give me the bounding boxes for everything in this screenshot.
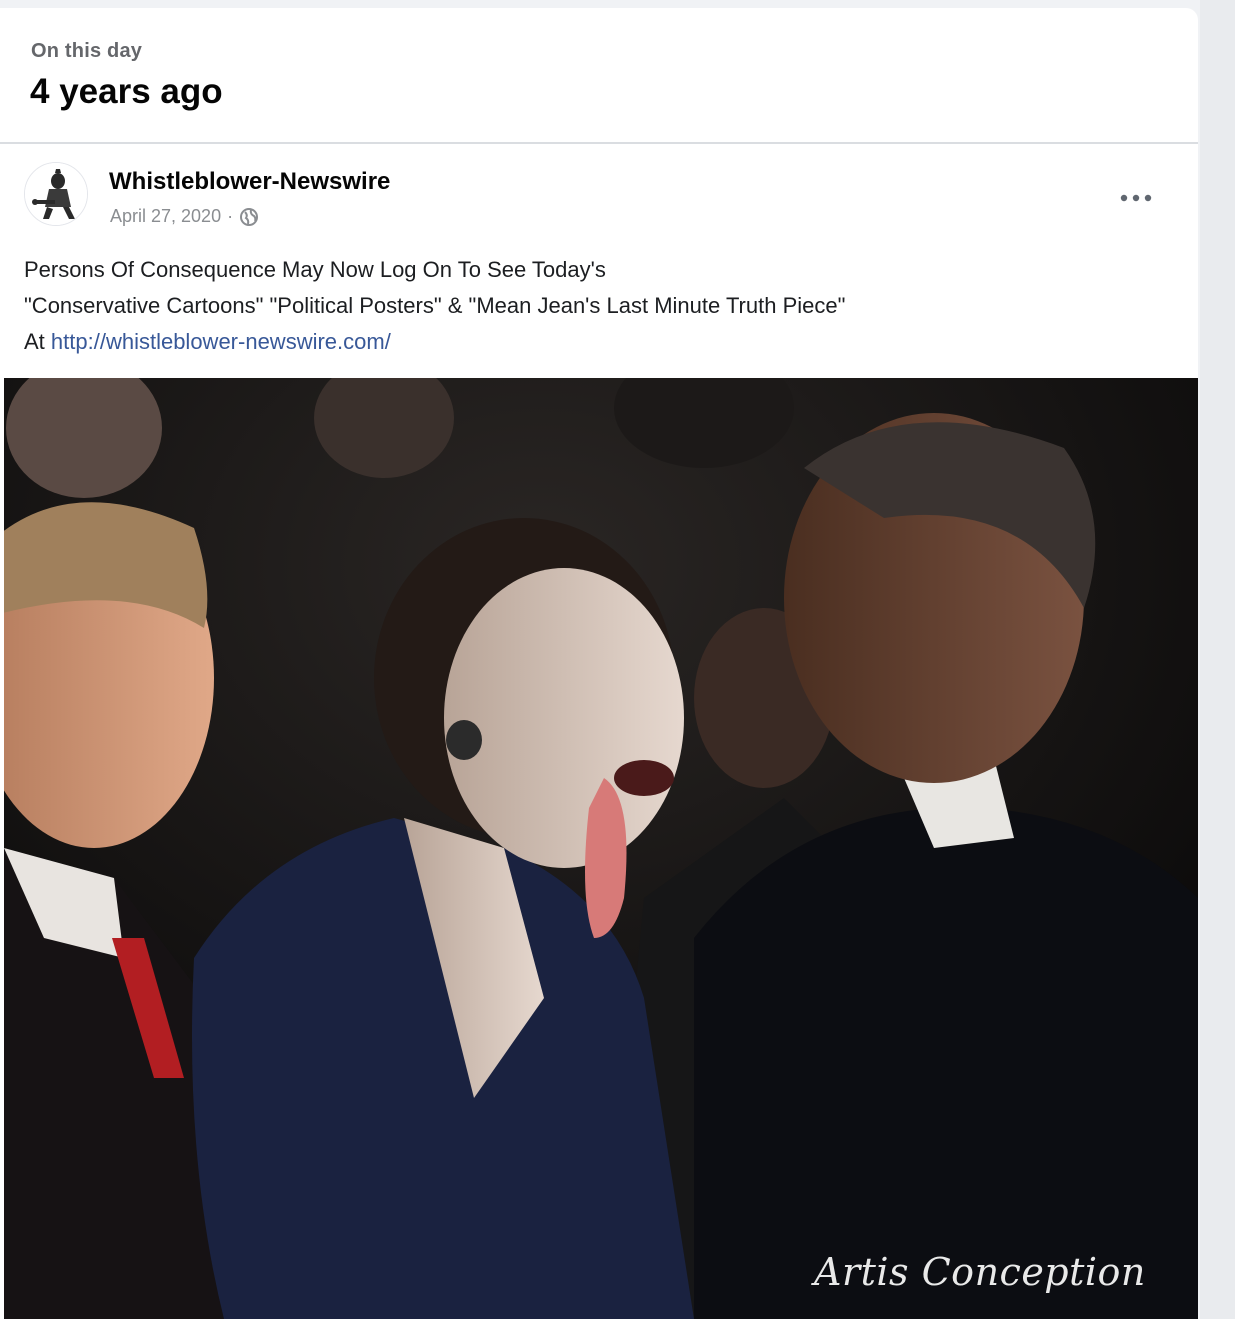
image-watermark: Artis Conception <box>814 1250 1146 1294</box>
more-options-button[interactable] <box>1108 178 1164 218</box>
page-background-strip <box>1200 0 1235 1319</box>
memory-header: On this day 4 years ago <box>0 8 1198 144</box>
post-link[interactable]: http://whistleblower-newswire.com/ <box>51 329 391 354</box>
globe-icon <box>239 207 259 227</box>
post-text-line-1: Persons Of Consequence May Now Log On To… <box>24 257 606 282</box>
memory-kicker: On this day <box>31 40 143 62</box>
more-options-icon <box>1120 194 1152 202</box>
memory-title: 4 years ago <box>30 72 223 111</box>
post-text: Persons Of Consequence May Now Log On To… <box>24 252 1174 360</box>
post-text-line-3: At http://whistleblower-newswire.com/ <box>24 324 1174 360</box>
post-photo-illustration <box>4 378 1198 1319</box>
avatar-whistleblower-icon <box>25 163 87 225</box>
post-image[interactable]: Artis Conception <box>4 378 1198 1319</box>
post-header: Whistleblower-Newswire April 27, 2020 · <box>0 144 1198 234</box>
post-text-prefix: At <box>24 329 45 354</box>
page-name-link[interactable]: Whistleblower-Newswire <box>109 168 390 196</box>
post-meta: April 27, 2020 · <box>110 206 259 227</box>
meta-separator: · <box>227 206 234 226</box>
post-date[interactable]: April 27, 2020 <box>110 206 221 227</box>
page-avatar[interactable] <box>24 162 88 226</box>
memory-card: On this day 4 years ago Whistleblower-Ne… <box>0 8 1198 1319</box>
post-text-line-2: "Conservative Cartoons" "Political Poste… <box>24 293 846 318</box>
